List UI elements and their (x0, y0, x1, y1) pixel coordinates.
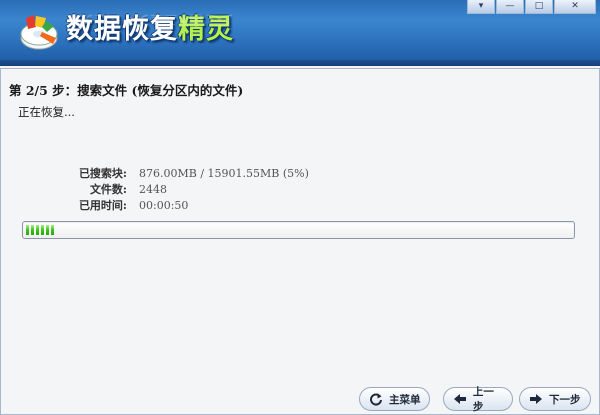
content-panel (0, 68, 600, 415)
stat-label: 文件数: (89, 183, 127, 196)
stat-value: 2448 (139, 182, 167, 196)
progress-segment (36, 225, 39, 235)
app-logo-icon (20, 15, 58, 50)
stat-row-elapsed: 已用时间: 00:00:50 (62, 197, 309, 213)
progress-segment (41, 225, 44, 235)
progress-segment (46, 225, 49, 235)
refresh-icon (368, 391, 384, 407)
close-button[interactable]: ✕ (554, 0, 596, 14)
arrow-left-icon (452, 391, 468, 407)
previous-step-label: 上一步 (472, 386, 494, 413)
status-text: 正在恢复... (18, 105, 75, 119)
progress-segment (51, 225, 54, 235)
progress-bar (22, 221, 575, 239)
minimize-button[interactable]: — (496, 0, 524, 14)
main-menu-label: 主菜单 (389, 393, 421, 406)
progress-segment (26, 225, 29, 235)
stat-row-searched: 已搜索块: 876.00MB / 15901.55MB (5%) (62, 165, 309, 181)
main-menu-button[interactable]: 主菜单 (359, 387, 430, 411)
stat-label: 已用时间: (78, 199, 127, 212)
window-menu-button[interactable]: ▾ (467, 0, 495, 14)
step-title: 第 2/5 步：搜索文件 (恢复分区内的文件) (9, 83, 244, 98)
stat-label: 已搜索块: (78, 167, 127, 180)
previous-step-button[interactable]: 上一步 (443, 386, 513, 413)
next-step-label: 下一步 (549, 393, 581, 406)
progress-bar-fill (26, 225, 54, 235)
stat-row-file-count: 文件数: 2448 (62, 181, 309, 197)
stat-value: 876.00MB / 15901.55MB (5%) (139, 166, 309, 180)
app-title-reflection: 数据恢复精灵 (66, 12, 234, 27)
stat-value: 00:00:50 (139, 198, 189, 212)
progress-segment (31, 225, 34, 235)
next-step-button[interactable]: 下一步 (519, 387, 591, 411)
maximize-button[interactable]: □ (525, 0, 553, 14)
arrow-right-icon (528, 391, 544, 407)
app-header: 数据恢复精灵 数据恢复精灵 ▾ — □ ✕ (0, 0, 600, 66)
search-stats: 已搜索块: 876.00MB / 15901.55MB (5%) 文件数: 24… (62, 165, 309, 213)
window-controls: ▾ — □ ✕ (467, 0, 596, 14)
